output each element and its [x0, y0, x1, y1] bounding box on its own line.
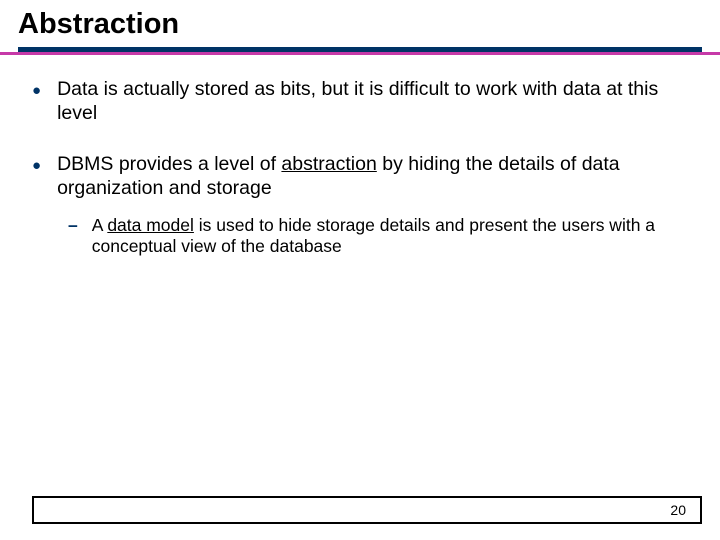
- underlined-term: data model: [107, 215, 194, 235]
- sub-text: A data model is used to hide storage det…: [92, 215, 688, 259]
- underlined-term: abstraction: [281, 153, 376, 175]
- title-rule: [0, 47, 720, 55]
- list-item: ● DBMS provides a level of abstraction b…: [32, 152, 688, 201]
- list-item: ● Data is actually stored as bits, but i…: [32, 77, 688, 126]
- dash-icon: –: [68, 215, 92, 237]
- bullet-text: Data is actually stored as bits, but it …: [57, 77, 688, 126]
- bullet-text: DBMS provides a level of abstraction by …: [57, 152, 688, 201]
- slide-content: ● Data is actually stored as bits, but i…: [0, 55, 720, 258]
- footer-box: 20: [32, 496, 702, 524]
- sub-list-item: – A data model is used to hide storage d…: [68, 215, 688, 259]
- slide-title: Abstraction: [0, 0, 720, 41]
- page-number: 20: [670, 502, 686, 518]
- bullet-icon: ●: [32, 152, 57, 173]
- bullet-icon: ●: [32, 77, 57, 98]
